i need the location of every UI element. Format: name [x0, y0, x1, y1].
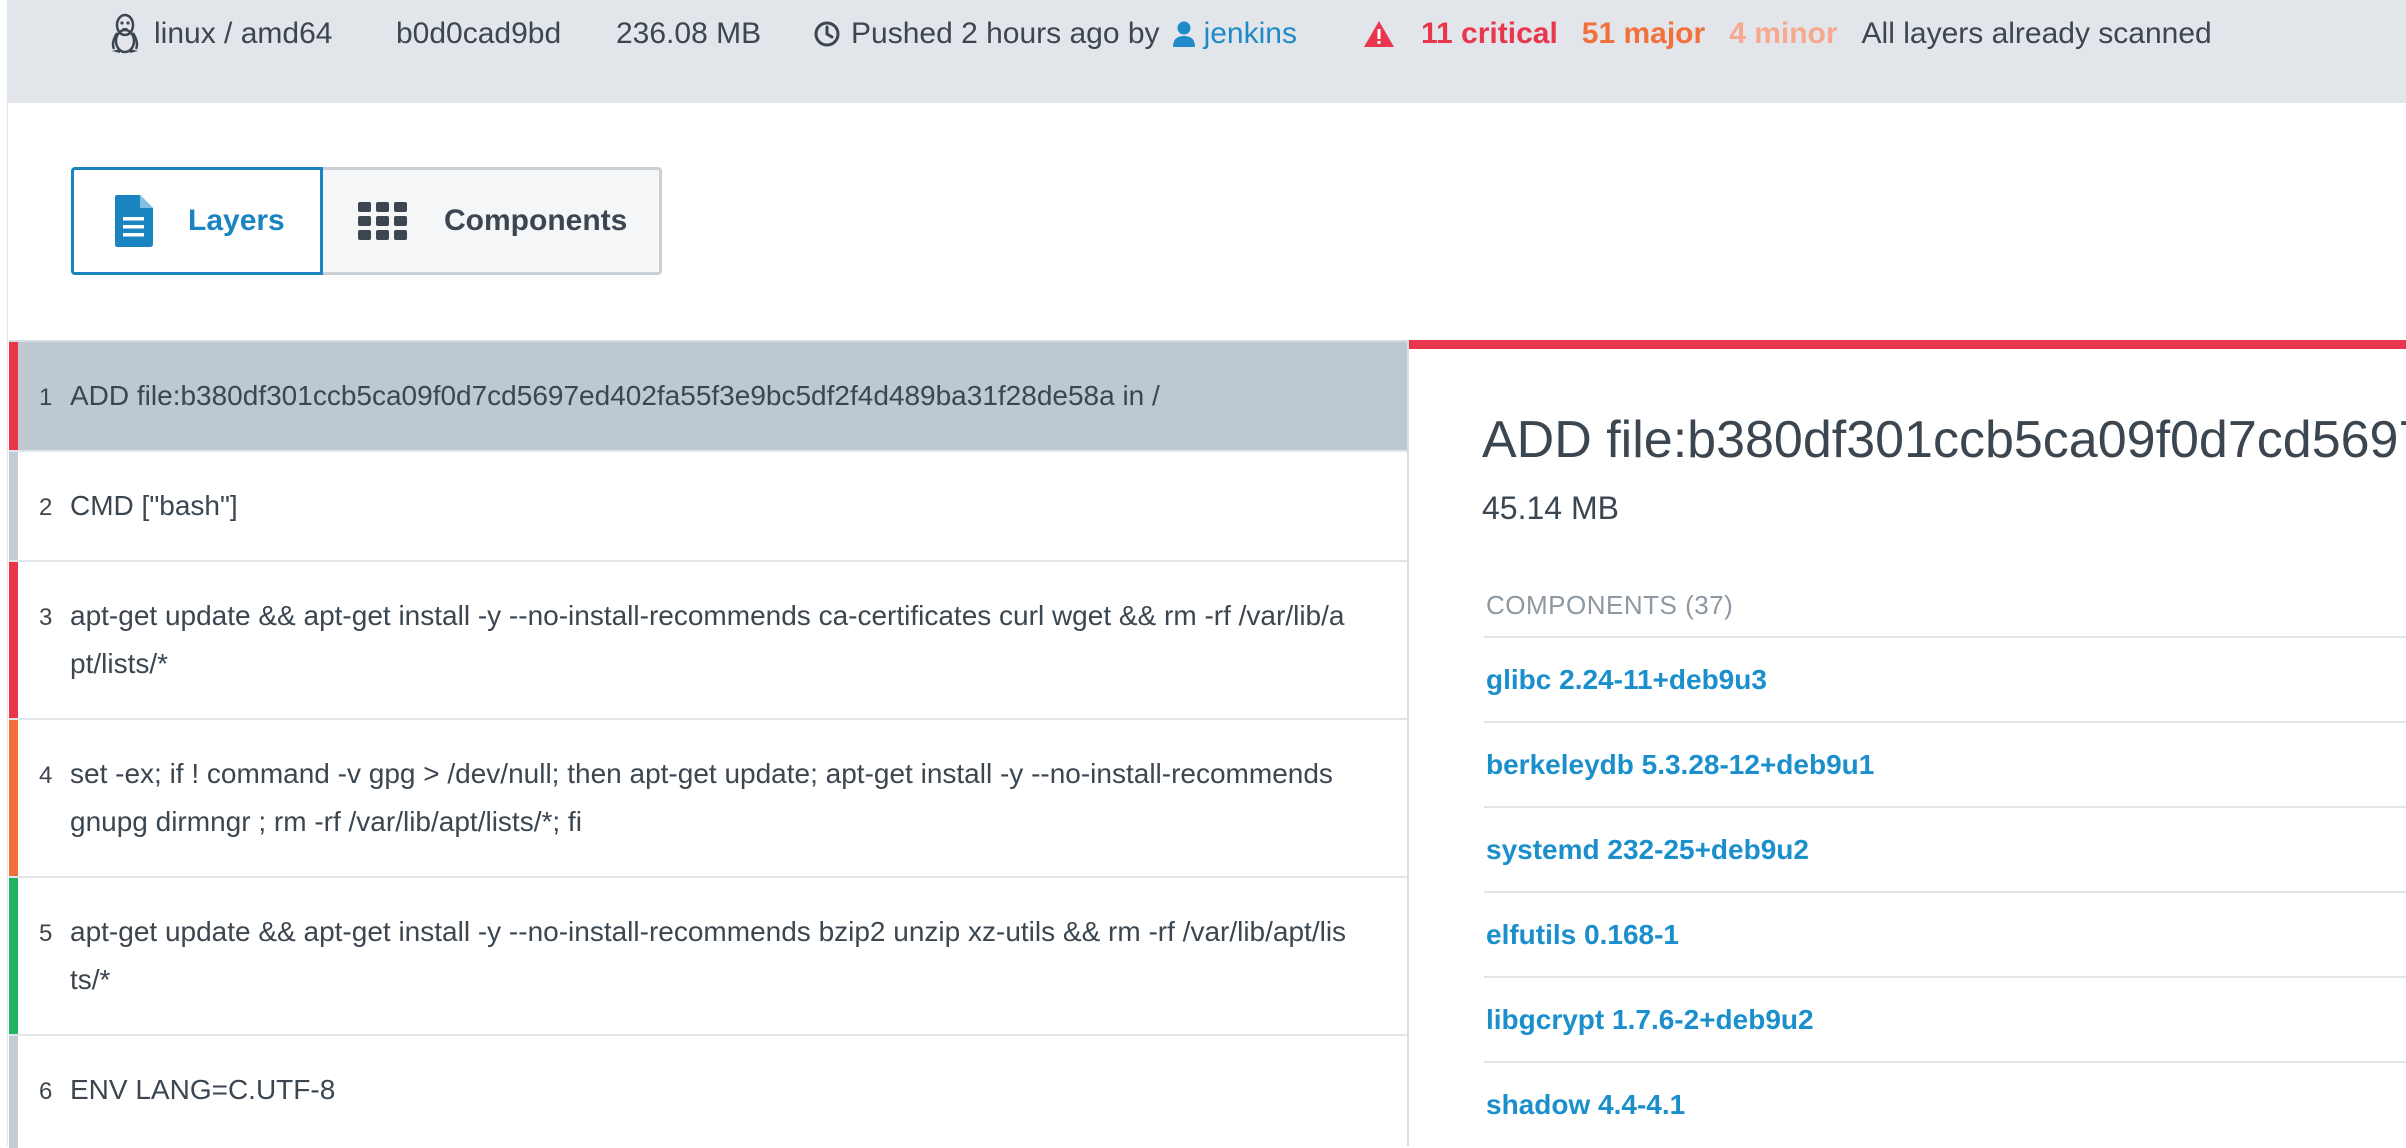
image-digest: b0d0cad9bd: [396, 17, 562, 50]
layer-number: 2: [39, 494, 53, 521]
layers-list: 1 ADD file:b380df301ccb5ca09f0d7cd5697ed…: [9, 340, 1409, 1148]
layer-row-5[interactable]: 5 apt-get update && apt-get install -y -…: [9, 878, 1407, 1036]
major-count[interactable]: 51 major: [1582, 17, 1705, 51]
image-info-bar: linux / amd64 b0d0cad9bd 236.08 MB Pushe…: [8, 0, 2406, 103]
detail-severity-bar: [1409, 340, 2406, 349]
left-edge: [0, 0, 8, 1146]
linux-penguin-icon: [108, 13, 142, 55]
components-list: glibc 2.24-11+deb9u3 berkeleydb 5.3.28-1…: [1484, 636, 2406, 1146]
scan-status: All layers already scanned: [1861, 17, 2212, 50]
pushed-by-user-link[interactable]: jenkins: [1204, 17, 1297, 51]
layer-severity-bar: [9, 1036, 18, 1148]
grid-icon: [358, 202, 408, 240]
layer-number: 1: [39, 384, 53, 411]
layer-severity-bar: [9, 720, 18, 876]
layer-command: CMD ["bash"]: [70, 490, 238, 521]
layer-command: ENV LANG=C.UTF-8: [70, 1074, 336, 1105]
layer-number: 5: [39, 920, 53, 947]
layer-severity-bar: [9, 562, 18, 718]
vulnerability-summary: 11 critical 51 major 4 minor All layers …: [1363, 12, 2212, 56]
tab-components[interactable]: Components: [320, 167, 662, 275]
component-link[interactable]: glibc 2.24-11+deb9u3: [1484, 636, 2406, 721]
critical-count[interactable]: 11 critical: [1421, 17, 1558, 51]
pushed-info: Pushed 2 hours ago by jenkins: [813, 12, 1297, 56]
os-arch-text: linux / amd64: [154, 17, 333, 50]
component-link[interactable]: systemd 232-25+deb9u2: [1484, 806, 2406, 891]
components-header: COMPONENTS (37): [1486, 590, 1734, 620]
layer-row-4[interactable]: 4 set -ex; if ! command -v gpg > /dev/nu…: [9, 720, 1407, 878]
layer-severity-bar: [9, 452, 18, 560]
layer-detail-size: 45.14 MB: [1482, 490, 1619, 526]
component-link[interactable]: libgcrypt 1.7.6-2+deb9u2: [1484, 976, 2406, 1061]
component-link[interactable]: berkeleydb 5.3.28-12+deb9u1: [1484, 721, 2406, 806]
minor-count[interactable]: 4 minor: [1729, 17, 1837, 51]
layer-row-1[interactable]: 1 ADD file:b380df301ccb5ca09f0d7cd5697ed…: [9, 342, 1407, 452]
layer-command: apt-get update && apt-get install -y --n…: [70, 600, 1345, 679]
layer-row-3[interactable]: 3 apt-get update && apt-get install -y -…: [9, 562, 1407, 720]
layer-detail-title: ADD file:b380df301ccb5ca09f0d7cd5697e: [1482, 411, 2406, 469]
layer-severity-bar: [9, 342, 18, 450]
layer-number: 4: [39, 762, 53, 789]
layer-severity-bar: [9, 878, 18, 1034]
pushed-text: Pushed 2 hours ago by: [851, 17, 1160, 50]
warning-icon: [1363, 20, 1395, 48]
layer-command: ADD file:b380df301ccb5ca09f0d7cd5697ed40…: [70, 380, 1160, 411]
tab-layers[interactable]: Layers: [71, 167, 323, 275]
layer-command: apt-get update && apt-get install -y --n…: [70, 916, 1347, 995]
os-arch: linux / amd64: [108, 12, 332, 56]
layer-row-6[interactable]: 6 ENV LANG=C.UTF-8: [9, 1036, 1407, 1148]
document-icon: [112, 195, 154, 247]
component-link[interactable]: shadow 4.4-4.1: [1484, 1061, 2406, 1146]
layer-command: set -ex; if ! command -v gpg > /dev/null…: [70, 758, 1333, 837]
image-size: 236.08 MB: [616, 17, 762, 50]
layer-number: 3: [39, 604, 53, 631]
component-link[interactable]: elfutils 0.168-1: [1484, 891, 2406, 976]
clock-icon: [813, 20, 841, 48]
layer-row-2[interactable]: 2 CMD ["bash"]: [9, 452, 1407, 562]
tab-components-label: Components: [444, 204, 628, 237]
user-icon: [1172, 20, 1196, 48]
tab-layers-label: Layers: [188, 204, 285, 237]
layer-number: 6: [39, 1078, 53, 1105]
